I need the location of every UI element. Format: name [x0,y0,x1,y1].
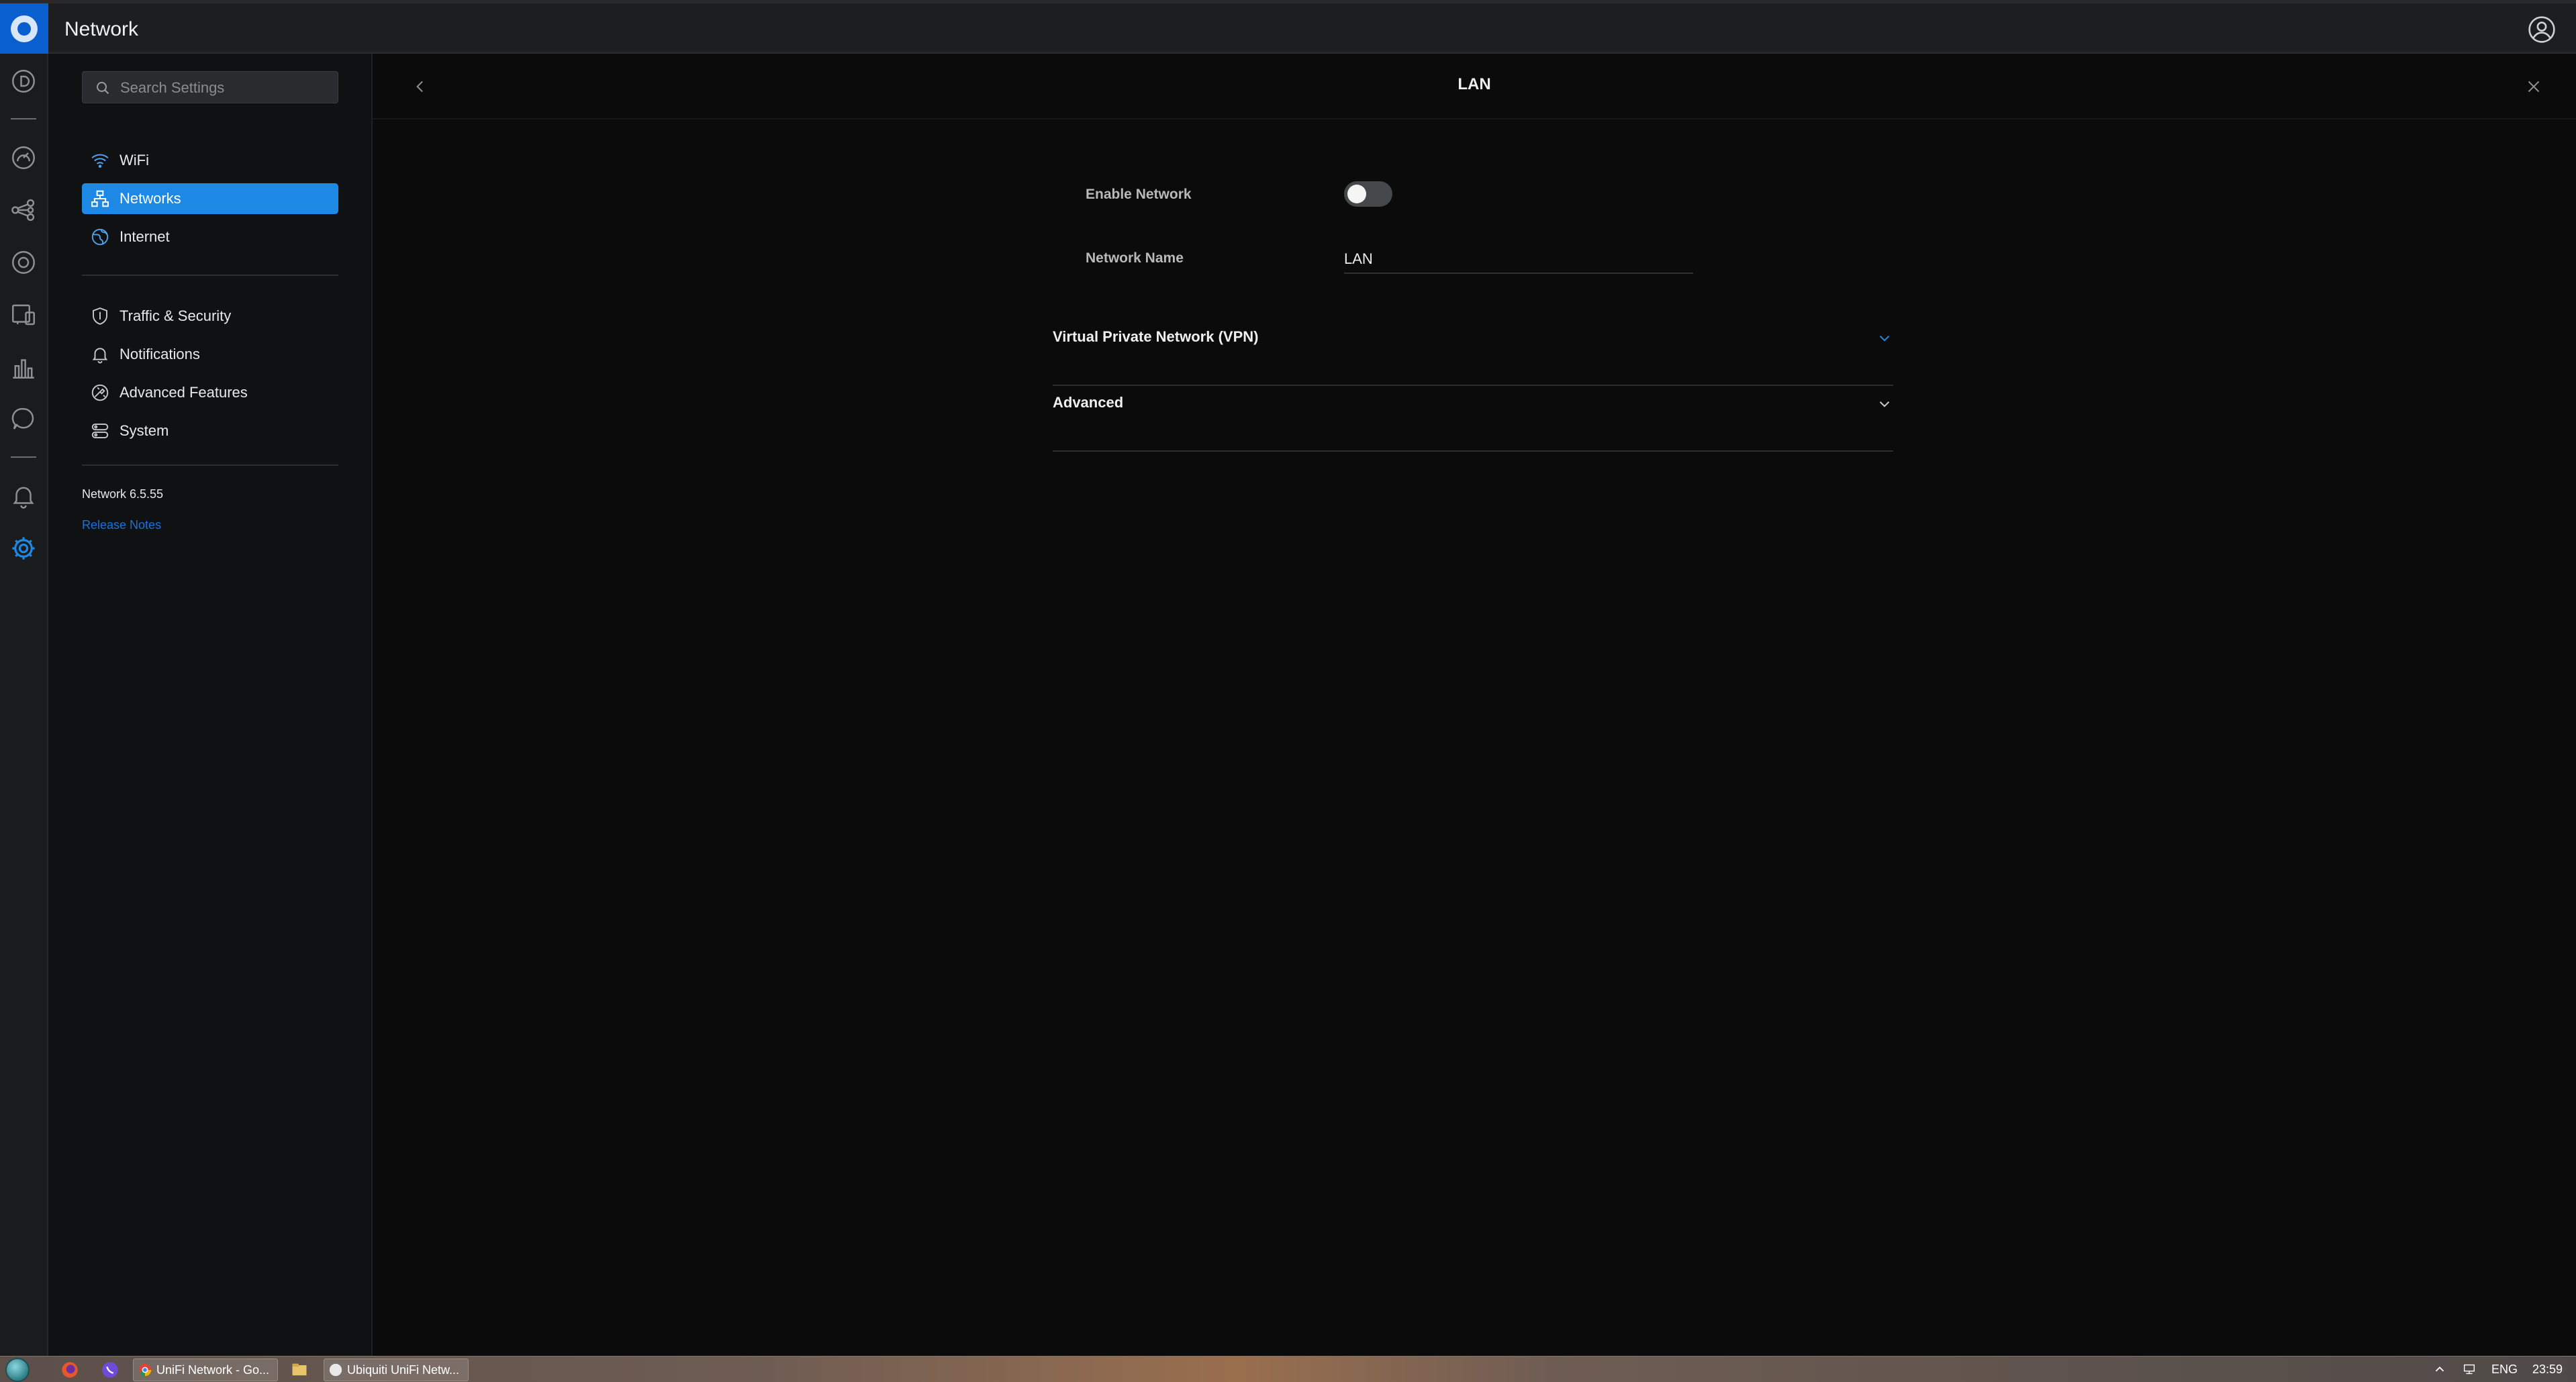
top-header-bar: Network [0,0,2576,54]
network-name-label: Network Name [1086,250,1184,266]
insights-icon[interactable] [9,405,38,434]
settings-sidebar: WiFi Networks Internet Traffic & Securit… [48,54,373,1356]
sidebar-item-traffic-security[interactable]: Traffic & Security [82,301,338,332]
sidebar-divider [82,275,338,276]
taskbar-window-label: UniFi Network - Go... [156,1363,270,1377]
accordion-label: Virtual Private Network (VPN) [1053,328,1259,345]
app-window-icon [329,1363,342,1377]
globe-icon [91,228,109,246]
dashboard-icon[interactable] [9,67,38,95]
topology-icon[interactable] [9,196,38,224]
alerts-bell-icon[interactable] [9,482,38,510]
sidebar-item-wifi[interactable]: WiFi [82,145,338,176]
search-box [82,71,338,103]
network-tray-icon[interactable] [2462,1362,2477,1377]
close-icon[interactable] [2524,77,2544,97]
taskbar-window-label: Ubiquiti UniFi Netw... [347,1363,460,1377]
page-title: LAN [1458,75,1491,93]
file-explorer-icon[interactable] [290,1361,309,1379]
enable-network-toggle[interactable] [1344,181,1392,207]
os-taskbar: UniFi Network - Go... Ubiquiti UniFi Net… [0,1356,2576,1382]
sidebar-item-label: Internet [120,228,170,245]
bell-icon [92,348,108,364]
accordion-vpn[interactable]: Virtual Private Network (VPN) [1053,320,1893,386]
settings-main-panel: LAN Enable Network Network Name Virtual … [373,54,2576,1356]
statistics-icon[interactable] [9,353,38,381]
sidebar-item-networks[interactable]: Networks [82,183,338,214]
speedometer-icon[interactable] [9,144,38,172]
app-title: Network [64,18,139,40]
show-hidden-icons-icon[interactable] [2432,1362,2447,1377]
clients-icon[interactable] [9,301,38,329]
chrome-icon [138,1363,152,1377]
taskbar-window-unifi-chrome[interactable]: UniFi Network - Go... [133,1359,278,1381]
search-settings-input[interactable] [120,77,328,99]
taskbar-window-ubiquiti[interactable]: Ubiquiti UniFi Netw... [324,1359,469,1381]
sidebar-item-label: WiFi [120,152,149,168]
chevron-down-icon [1879,401,1890,407]
shield-icon [93,307,107,325]
advanced-features-icon [91,384,109,401]
search-icon [97,82,109,95]
app-window: Network Search Settings WiFi Networks In… [0,0,2576,1382]
chevron-down-icon [1879,336,1890,342]
sidebar-item-label: Advanced Features [120,384,248,401]
app-navigation-rail [0,54,48,1356]
accordion-label: Advanced [1053,394,1124,411]
sidebar-item-advanced-features[interactable]: Advanced Features [82,377,338,408]
start-button[interactable] [5,1358,30,1382]
sidebar-divider [82,464,338,466]
panel-header: LAN [373,54,2576,119]
sidebar-item-internet[interactable]: Internet [82,221,338,252]
enable-network-label: Enable Network [1086,187,1192,202]
network-name-field[interactable] [1344,246,1693,274]
wifi-icon [91,154,109,168]
release-notes-link[interactable]: Release Notes [82,518,161,532]
accordion-advanced[interactable]: Advanced [1053,386,1893,452]
devices-icon[interactable] [9,248,38,277]
rail-divider [11,118,36,119]
system-icon [91,424,109,438]
user-profile-icon[interactable] [2528,15,2556,44]
unifi-logo-icon [11,15,38,42]
language-indicator[interactable]: ENG [2491,1363,2518,1377]
rail-divider [11,456,36,458]
taskbar-clock[interactable]: 23:59 [2532,1363,2563,1377]
sidebar-item-system[interactable]: System [82,415,338,446]
sidebar-item-notifications[interactable]: Notifications [82,339,338,370]
viber-icon[interactable] [101,1361,120,1379]
sidebar-item-label: System [120,422,169,439]
app-version: Network 6.5.55 [82,487,164,501]
sidebar-item-label: Notifications [120,346,200,362]
settings-gear-icon[interactable] [9,534,38,562]
networks-icon [91,190,109,207]
firefox-icon[interactable] [60,1361,79,1379]
sidebar-item-label: Networks [120,190,181,207]
sidebar-item-label: Traffic & Security [120,307,232,324]
system-tray: ENG 23:59 [2432,1362,2563,1377]
toggle-knob [1347,185,1366,203]
unifi-logo-button[interactable] [0,3,48,54]
